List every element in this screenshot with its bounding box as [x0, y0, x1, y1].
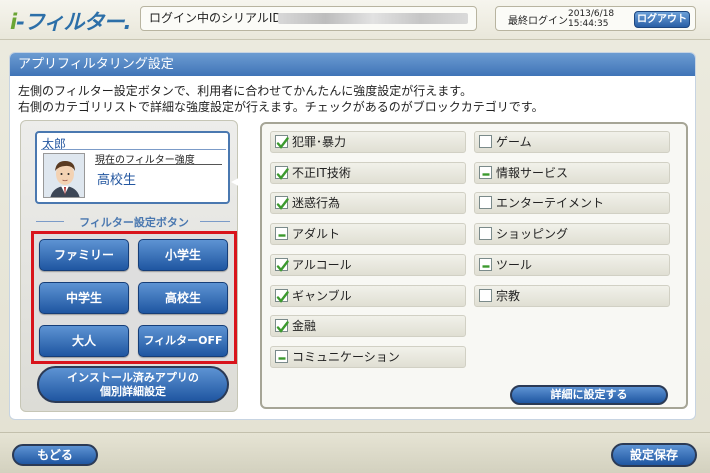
- category-checkbox-partial[interactable]: [275, 227, 288, 240]
- category-item[interactable]: 宗教: [474, 285, 670, 307]
- category-item[interactable]: ゲーム: [474, 131, 670, 153]
- preset-adult-button[interactable]: 大人: [39, 325, 129, 357]
- category-item[interactable]: コミュニケーション: [270, 346, 466, 368]
- category-label: ショッピング: [496, 227, 569, 241]
- category-item[interactable]: 迷惑行為: [270, 192, 466, 214]
- preset-elementary-button[interactable]: 小学生: [138, 239, 228, 271]
- category-item[interactable]: ショッピング: [474, 223, 670, 245]
- category-label: コミュニケーション: [292, 350, 400, 364]
- category-checkbox-checked[interactable]: [275, 289, 289, 303]
- category-checkbox-checked[interactable]: [275, 166, 289, 180]
- bottom-bar: [0, 432, 710, 473]
- divider: [41, 149, 226, 150]
- serial-id-box: ログイン中のシリアルID：: [140, 6, 477, 31]
- category-checkbox[interactable]: [479, 227, 492, 240]
- page-description: 左側のフィルター設定ボタンで、利用者に合わせてかんたんに強度設定が行えます。 右…: [18, 83, 688, 115]
- top-header: i-フィルター. ログイン中のシリアルID： 最終ログイン 2013/6/18 …: [0, 0, 710, 40]
- category-checkbox[interactable]: [479, 135, 492, 148]
- category-checkbox-partial[interactable]: [275, 350, 288, 363]
- category-checkbox-checked[interactable]: [275, 196, 289, 210]
- category-item[interactable]: ギャンブル: [270, 285, 466, 307]
- serial-id-redacted-value: [278, 13, 468, 24]
- category-checkbox-partial[interactable]: [479, 258, 492, 271]
- category-item[interactable]: 不正IT技術: [270, 162, 466, 184]
- category-label: ギャンブル: [292, 289, 352, 303]
- last-login-label: 最終ログイン: [508, 16, 568, 27]
- category-item[interactable]: アダルト: [270, 223, 466, 245]
- app-logo: i-フィルター.: [10, 10, 131, 34]
- category-item[interactable]: 犯罪･暴力: [270, 131, 466, 153]
- category-label: エンターテイメント: [496, 196, 605, 210]
- logout-button[interactable]: ログアウト: [634, 11, 690, 28]
- preset-family-button[interactable]: ファミリー: [39, 239, 129, 271]
- filter-preset-group: ファミリー 小学生 中学生 高校生 大人 フィルターOFF: [31, 231, 237, 364]
- category-checkbox-checked[interactable]: [275, 135, 289, 149]
- category-label: 犯罪･暴力: [292, 135, 347, 149]
- category-item[interactable]: アルコール: [270, 254, 466, 276]
- category-label: 迷惑行為: [292, 196, 341, 210]
- category-checkbox[interactable]: [479, 196, 492, 209]
- preset-high-school-button[interactable]: 高校生: [138, 282, 228, 314]
- category-label: 金融: [292, 319, 317, 333]
- category-label: アダルト: [292, 227, 341, 241]
- installed-apps-detail-button[interactable]: インストール済みアプリの 個別詳細設定: [37, 366, 229, 403]
- preset-filter-off-button[interactable]: フィルターOFF: [138, 325, 228, 357]
- category-label: 情報サービス: [496, 166, 569, 180]
- category-checkbox-partial[interactable]: [479, 166, 492, 179]
- category-item[interactable]: ツール: [474, 254, 670, 276]
- last-login-datetime: 2013/6/18 15:44:35: [568, 9, 615, 29]
- detail-settings-button[interactable]: 詳細に設定する: [510, 385, 668, 405]
- category-label: 不正IT技術: [292, 166, 351, 180]
- user-card: 太郎 現在のフィルター強度 高校生: [35, 131, 230, 204]
- divider: [200, 221, 230, 222]
- category-checkbox-checked[interactable]: [275, 258, 289, 272]
- callout-pointer: [231, 166, 261, 198]
- category-checkbox-checked[interactable]: [275, 319, 289, 333]
- category-item[interactable]: 情報サービス: [474, 162, 670, 184]
- category-checkbox[interactable]: [479, 289, 492, 302]
- last-login-box: 最終ログイン 2013/6/18 15:44:35 ログアウト: [495, 6, 696, 31]
- serial-id-label: ログイン中のシリアルID：: [149, 11, 294, 25]
- category-item[interactable]: 金融: [270, 315, 466, 337]
- category-label: ツール: [496, 258, 533, 272]
- divider: [95, 164, 222, 165]
- category-label: アルコール: [292, 258, 352, 272]
- description-line: 左側のフィルター設定ボタンで、利用者に合わせてかんたんに強度設定が行えます。: [18, 84, 473, 98]
- category-item[interactable]: エンターテイメント: [474, 192, 670, 214]
- description-line: 右側のカテゴリリストで詳細な強度設定が行えます。チェックがあるのがブロックカテゴ…: [18, 100, 544, 114]
- preset-junior-high-button[interactable]: 中学生: [39, 282, 129, 314]
- filter-strength-value: 高校生: [97, 173, 137, 188]
- category-label: 宗教: [496, 289, 521, 303]
- category-label: ゲーム: [496, 135, 532, 149]
- page-title: アプリフィルタリング設定: [10, 53, 695, 76]
- back-button[interactable]: もどる: [12, 444, 98, 466]
- avatar: [43, 153, 85, 198]
- save-settings-button[interactable]: 設定保存: [611, 443, 697, 467]
